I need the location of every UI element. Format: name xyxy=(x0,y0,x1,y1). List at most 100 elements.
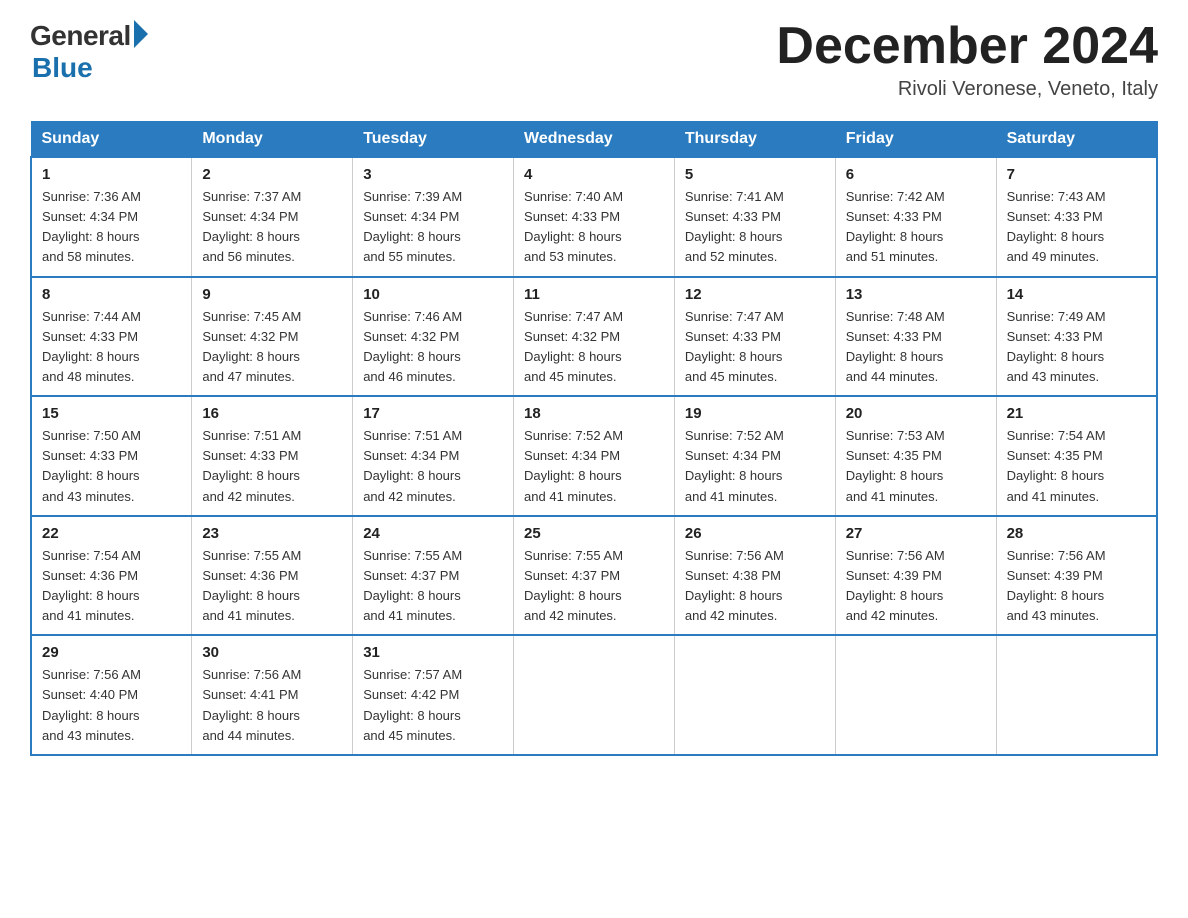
day-number: 25 xyxy=(524,525,664,542)
day-info: Sunrise: 7:57 AMSunset: 4:42 PMDaylight:… xyxy=(363,665,503,746)
day-number: 26 xyxy=(685,525,825,542)
calendar-day-cell: 18Sunrise: 7:52 AMSunset: 4:34 PMDayligh… xyxy=(514,396,675,516)
calendar-day-cell xyxy=(674,635,835,755)
calendar-week-row: 15 Sunrise: 7:50 AMSunset: 4:33 PMDayligh… xyxy=(31,396,1157,516)
calendar-day-cell: 21Sunrise: 7:54 AMSunset: 4:35 PMDayligh… xyxy=(996,396,1157,516)
calendar-day-cell: 24Sunrise: 7:55 AMSunset: 4:37 PMDayligh… xyxy=(353,516,514,636)
calendar-week-row: 1Sunrise: 7:36 AMSunset: 4:34 PMDaylight… xyxy=(31,157,1157,277)
day-info: Sunrise: 7:51 AMSunset: 4:33 PMDaylight:… xyxy=(202,426,342,507)
day-number: 12 xyxy=(685,286,825,303)
day-info: Sunrise: 7:56 AMSunset: 4:39 PMDaylight:… xyxy=(1007,546,1146,627)
page-header: General Blue December 2024 Rivoli Verone… xyxy=(30,20,1158,101)
day-info: Sunrise: 7:55 AMSunset: 4:36 PMDaylight:… xyxy=(202,546,342,627)
day-number: 21 xyxy=(1007,405,1146,422)
day-info: Sunrise: 7:50 AMSunset: 4:33 PMDaylight:… xyxy=(42,426,181,507)
day-number: 31 xyxy=(363,644,503,661)
day-number: 28 xyxy=(1007,525,1146,542)
calendar-table: Sunday Monday Tuesday Wednesday Thursday… xyxy=(30,121,1158,756)
day-info: Sunrise: 7:52 AMSunset: 4:34 PMDaylight:… xyxy=(685,426,825,507)
day-number: 16 xyxy=(202,405,342,422)
day-info: Sunrise: 7:55 AMSunset: 4:37 PMDaylight:… xyxy=(363,546,503,627)
day-info: Sunrise: 7:54 AMSunset: 4:36 PMDaylight:… xyxy=(42,546,181,627)
calendar-day-cell: 6 Sunrise: 7:42 AMSunset: 4:33 PMDaylight… xyxy=(835,157,996,277)
calendar-day-cell: 7Sunrise: 7:43 AMSunset: 4:33 PMDaylight… xyxy=(996,157,1157,277)
calendar-day-cell: 22 Sunrise: 7:54 AMSunset: 4:36 PMDayligh… xyxy=(31,516,192,636)
day-info: Sunrise: 7:51 AMSunset: 4:34 PMDaylight:… xyxy=(363,426,503,507)
day-number: 22 xyxy=(42,525,181,542)
calendar-day-cell: 12Sunrise: 7:47 AMSunset: 4:33 PMDayligh… xyxy=(674,277,835,397)
day-number: 14 xyxy=(1007,286,1146,303)
day-info: Sunrise: 7:47 AMSunset: 4:32 PMDaylight:… xyxy=(524,307,664,388)
calendar-day-cell: 31 Sunrise: 7:57 AMSunset: 4:42 PMDayligh… xyxy=(353,635,514,755)
calendar-day-cell: 13 Sunrise: 7:48 AMSunset: 4:33 PMDayligh… xyxy=(835,277,996,397)
col-monday: Monday xyxy=(192,122,353,158)
calendar-day-cell: 19Sunrise: 7:52 AMSunset: 4:34 PMDayligh… xyxy=(674,396,835,516)
day-info: Sunrise: 7:46 AMSunset: 4:32 PMDaylight:… xyxy=(363,307,503,388)
day-number: 9 xyxy=(202,286,342,303)
calendar-day-cell: 14Sunrise: 7:49 AMSunset: 4:33 PMDayligh… xyxy=(996,277,1157,397)
day-number: 29 xyxy=(42,644,181,661)
day-number: 30 xyxy=(202,644,342,661)
calendar-week-row: 29Sunrise: 7:56 AMSunset: 4:40 PMDayligh… xyxy=(31,635,1157,755)
day-number: 15 xyxy=(42,405,181,422)
day-number: 5 xyxy=(685,166,825,183)
calendar-day-cell: 23 Sunrise: 7:55 AMSunset: 4:36 PMDayligh… xyxy=(192,516,353,636)
logo-general-text: General xyxy=(30,20,131,52)
calendar-day-cell: 5 Sunrise: 7:41 AMSunset: 4:33 PMDaylight… xyxy=(674,157,835,277)
day-number: 20 xyxy=(846,405,986,422)
day-info: Sunrise: 7:39 AMSunset: 4:34 PMDaylight:… xyxy=(363,187,503,268)
calendar-day-cell xyxy=(996,635,1157,755)
month-title: December 2024 xyxy=(776,20,1158,72)
day-number: 13 xyxy=(846,286,986,303)
calendar-body: 1Sunrise: 7:36 AMSunset: 4:34 PMDaylight… xyxy=(31,157,1157,755)
logo-arrow-icon xyxy=(134,20,148,48)
calendar-day-cell: 9 Sunrise: 7:45 AMSunset: 4:32 PMDaylight… xyxy=(192,277,353,397)
calendar-day-cell: 25 Sunrise: 7:55 AMSunset: 4:37 PMDayligh… xyxy=(514,516,675,636)
col-thursday: Thursday xyxy=(674,122,835,158)
logo: General Blue xyxy=(30,20,148,84)
day-info: Sunrise: 7:45 AMSunset: 4:32 PMDaylight:… xyxy=(202,307,342,388)
calendar-day-cell: 16 Sunrise: 7:51 AMSunset: 4:33 PMDayligh… xyxy=(192,396,353,516)
col-wednesday: Wednesday xyxy=(514,122,675,158)
calendar-day-cell: 29Sunrise: 7:56 AMSunset: 4:40 PMDayligh… xyxy=(31,635,192,755)
calendar-day-cell xyxy=(514,635,675,755)
calendar-week-row: 22 Sunrise: 7:54 AMSunset: 4:36 PMDayligh… xyxy=(31,516,1157,636)
location: Rivoli Veronese, Veneto, Italy xyxy=(776,78,1158,101)
calendar-day-cell: 15 Sunrise: 7:50 AMSunset: 4:33 PMDayligh… xyxy=(31,396,192,516)
calendar-day-cell: 26Sunrise: 7:56 AMSunset: 4:38 PMDayligh… xyxy=(674,516,835,636)
day-info: Sunrise: 7:42 AMSunset: 4:33 PMDaylight:… xyxy=(846,187,986,268)
day-number: 6 xyxy=(846,166,986,183)
col-tuesday: Tuesday xyxy=(353,122,514,158)
calendar-day-cell: 20 Sunrise: 7:53 AMSunset: 4:35 PMDayligh… xyxy=(835,396,996,516)
logo-blue-text: Blue xyxy=(32,52,93,84)
calendar-day-cell: 17 Sunrise: 7:51 AMSunset: 4:34 PMDayligh… xyxy=(353,396,514,516)
day-info: Sunrise: 7:55 AMSunset: 4:37 PMDaylight:… xyxy=(524,546,664,627)
calendar-day-cell xyxy=(835,635,996,755)
calendar-header: Sunday Monday Tuesday Wednesday Thursday… xyxy=(31,122,1157,158)
day-number: 18 xyxy=(524,405,664,422)
day-info: Sunrise: 7:56 AMSunset: 4:41 PMDaylight:… xyxy=(202,665,342,746)
day-info: Sunrise: 7:44 AMSunset: 4:33 PMDaylight:… xyxy=(42,307,181,388)
day-number: 4 xyxy=(524,166,664,183)
col-sunday: Sunday xyxy=(31,122,192,158)
day-info: Sunrise: 7:43 AMSunset: 4:33 PMDaylight:… xyxy=(1007,187,1146,268)
calendar-day-cell: 27Sunrise: 7:56 AMSunset: 4:39 PMDayligh… xyxy=(835,516,996,636)
day-number: 23 xyxy=(202,525,342,542)
day-info: Sunrise: 7:53 AMSunset: 4:35 PMDaylight:… xyxy=(846,426,986,507)
day-number: 11 xyxy=(524,286,664,303)
day-number: 27 xyxy=(846,525,986,542)
day-number: 10 xyxy=(363,286,503,303)
day-number: 2 xyxy=(202,166,342,183)
calendar-day-cell: 1Sunrise: 7:36 AMSunset: 4:34 PMDaylight… xyxy=(31,157,192,277)
day-number: 3 xyxy=(363,166,503,183)
day-info: Sunrise: 7:40 AMSunset: 4:33 PMDaylight:… xyxy=(524,187,664,268)
calendar-week-row: 8Sunrise: 7:44 AMSunset: 4:33 PMDaylight… xyxy=(31,277,1157,397)
day-info: Sunrise: 7:48 AMSunset: 4:33 PMDaylight:… xyxy=(846,307,986,388)
col-saturday: Saturday xyxy=(996,122,1157,158)
calendar-day-cell: 4 Sunrise: 7:40 AMSunset: 4:33 PMDaylight… xyxy=(514,157,675,277)
day-info: Sunrise: 7:41 AMSunset: 4:33 PMDaylight:… xyxy=(685,187,825,268)
day-number: 17 xyxy=(363,405,503,422)
col-friday: Friday xyxy=(835,122,996,158)
calendar-day-cell: 3 Sunrise: 7:39 AMSunset: 4:34 PMDaylight… xyxy=(353,157,514,277)
calendar-day-cell: 28 Sunrise: 7:56 AMSunset: 4:39 PMDayligh… xyxy=(996,516,1157,636)
